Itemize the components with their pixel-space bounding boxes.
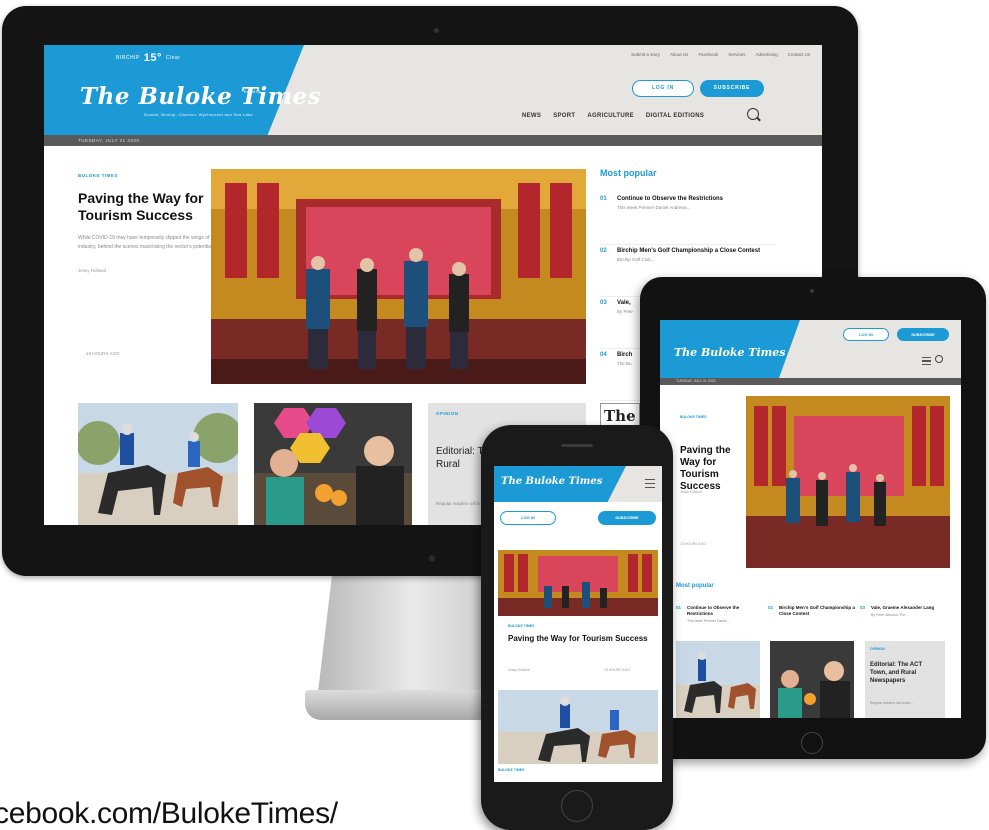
weather-temp: 15° (143, 52, 162, 64)
hero-author: Jessy Holland (508, 668, 530, 672)
list-item-title[interactable]: Continue to Observe the Restrictions (617, 193, 775, 203)
subscribe-button[interactable]: SUBSCRIBE (598, 511, 656, 525)
hero-theatre-photo[interactable] (211, 169, 586, 384)
list-item-desc: This week Premier Daniel... (687, 619, 730, 623)
list-item-number: 03 (860, 605, 866, 610)
list-item-number: 02 (768, 605, 774, 610)
list-item-number: 03 (600, 300, 607, 306)
article-tag[interactable]: BULOKE TIMES (498, 768, 524, 772)
hero-title[interactable]: Paving the Way for Tourism Success (680, 445, 750, 493)
nav-item-agriculture[interactable]: AGRICULTURE (587, 113, 634, 119)
top-link[interactable]: Facebook (698, 52, 718, 57)
hero-theatre-photo[interactable] (498, 550, 658, 616)
top-link[interactable]: Submit a story (631, 52, 660, 57)
menu-icon[interactable] (645, 479, 655, 488)
list-item[interactable]: 03 Vale, Graeme Alexander Lang By Peter … (860, 605, 948, 617)
speaker-icon (561, 444, 593, 447)
menu-icon[interactable] (922, 357, 931, 365)
list-item-desc: Birchip Golf Club... (617, 257, 655, 262)
list-item[interactable]: 01 Continue to Observe the Restrictions … (600, 193, 775, 245)
nav-item-news[interactable]: NEWS (522, 113, 541, 119)
list-item-title[interactable]: Birchip Men's Golf Championship a Close … (779, 605, 856, 617)
list-item-number: 02 (600, 248, 607, 254)
award-winners-photo[interactable] (770, 641, 854, 718)
most-popular-title: Most popular (676, 583, 714, 589)
list-item-title[interactable]: Continue to Observe the Restrictions (687, 605, 764, 617)
main-nav: NEWS SPORT AGRICULTURE DIGITAL EDITIONS (522, 113, 704, 119)
opinion-tag: OPINION (436, 411, 459, 416)
home-button-icon (801, 732, 823, 754)
home-button-icon (561, 790, 593, 822)
subscribe-button[interactable]: SUBSCRIBE (897, 328, 949, 341)
hero-theatre-photo[interactable] (746, 396, 950, 568)
camera-icon (810, 289, 814, 293)
list-item-number: 01 (676, 605, 682, 610)
search-icon[interactable] (935, 355, 943, 363)
site-masthead[interactable]: The Buloke Times (80, 83, 321, 110)
opinion-title[interactable]: Editorial: The ACT Town, and Rural Newsp… (870, 661, 940, 685)
horse-riders-photo[interactable] (78, 403, 238, 525)
hero-title[interactable]: Paving the Way for Tourism Success (508, 634, 648, 644)
masthead-subtitle: Donald, Birchip, Charlton, Wycheproof an… (144, 112, 253, 117)
hero-timestamp: 15 HOURS AGO (604, 668, 631, 672)
login-button[interactable]: LOG IN (500, 511, 556, 525)
hero-timestamp: 15 HOURS AGO (86, 351, 120, 356)
list-item-title[interactable]: Vale, Graeme Alexander Lang (871, 605, 948, 611)
list-item[interactable]: 02 Birchip Men's Golf Championship a Clo… (768, 605, 856, 619)
list-item-desc: By Peter Attwood, Pre... (871, 613, 909, 617)
nav-item-sport[interactable]: SPORT (553, 113, 575, 119)
horse-riders-photo[interactable] (498, 690, 658, 764)
weather-widget: BIRCHIP 15° Clear (116, 52, 180, 64)
date-bar: TUESDAY, JULY 21 2020 (660, 378, 961, 385)
top-link[interactable]: About Us (670, 52, 689, 57)
opinion-card[interactable]: OPINION Editorial: The ACT Town, and Rur… (865, 641, 945, 718)
tablet-masthead[interactable]: The Buloke Times (674, 346, 785, 359)
tablet-screen: The Buloke Times LOG IN SUBSCRIBE TUESDA… (660, 320, 961, 718)
nav-item-digital-editions[interactable]: DIGITAL EDITIONS (646, 113, 704, 119)
weather-location: BIRCHIP (116, 55, 140, 61)
site-header: BIRCHIP 15° Clear The Buloke Times Est 1… (44, 45, 822, 135)
list-item[interactable]: 01 Continue to Observe the Restrictions … (676, 605, 764, 623)
date-bar: TUESDAY, JULY 21 2020 (44, 135, 822, 146)
login-button[interactable]: LOG IN (843, 328, 889, 341)
list-item-title[interactable]: Birchip Men's Golf Championship a Close … (617, 245, 775, 255)
list-item-number: 04 (600, 352, 607, 358)
top-links: Submit a story About Us Facebook Service… (631, 52, 810, 57)
facebook-url-caption: cebook.com/BulokeTimes/ (0, 797, 338, 830)
list-item-number: 01 (600, 196, 607, 202)
list-item-desc: This week Premier Daniel Andrews... (617, 205, 691, 210)
horse-riders-photo[interactable] (676, 641, 760, 718)
login-button[interactable]: LOG IN (632, 80, 694, 97)
top-link[interactable]: Services (728, 52, 745, 57)
camera-icon (434, 28, 439, 33)
phone-header: The Buloke Times (494, 466, 662, 502)
phone-masthead[interactable]: The Buloke Times (501, 476, 602, 487)
hero-timestamp: 15 HOURS AGO (680, 542, 707, 546)
weather-condition: Clear (165, 55, 181, 61)
most-popular-title: Most popular (600, 168, 657, 178)
opinion-desc: Regular readers will know... (870, 701, 913, 705)
apple-logo-icon: ● (427, 550, 437, 567)
established-label: Est 1875 (244, 89, 260, 94)
award-winners-photo[interactable] (254, 403, 412, 525)
hero-tag[interactable]: BULOKE TIMES (508, 624, 534, 628)
subscribe-button[interactable]: SUBSCRIBE (700, 80, 764, 97)
hero-tag[interactable]: BULOKE TIMES (680, 415, 706, 419)
opinion-tag: OPINION (870, 647, 885, 651)
hero-author: Jessy Holland (680, 490, 702, 494)
top-link[interactable]: Advertising (755, 52, 777, 57)
phone-screen: The Buloke Times LOG IN SUBSCRIBE BULOKE… (494, 466, 662, 782)
tablet-header: The Buloke Times LOG IN SUBSCRIBE (660, 320, 961, 378)
top-link[interactable]: Contact Us (788, 52, 810, 57)
search-icon[interactable] (747, 108, 759, 120)
